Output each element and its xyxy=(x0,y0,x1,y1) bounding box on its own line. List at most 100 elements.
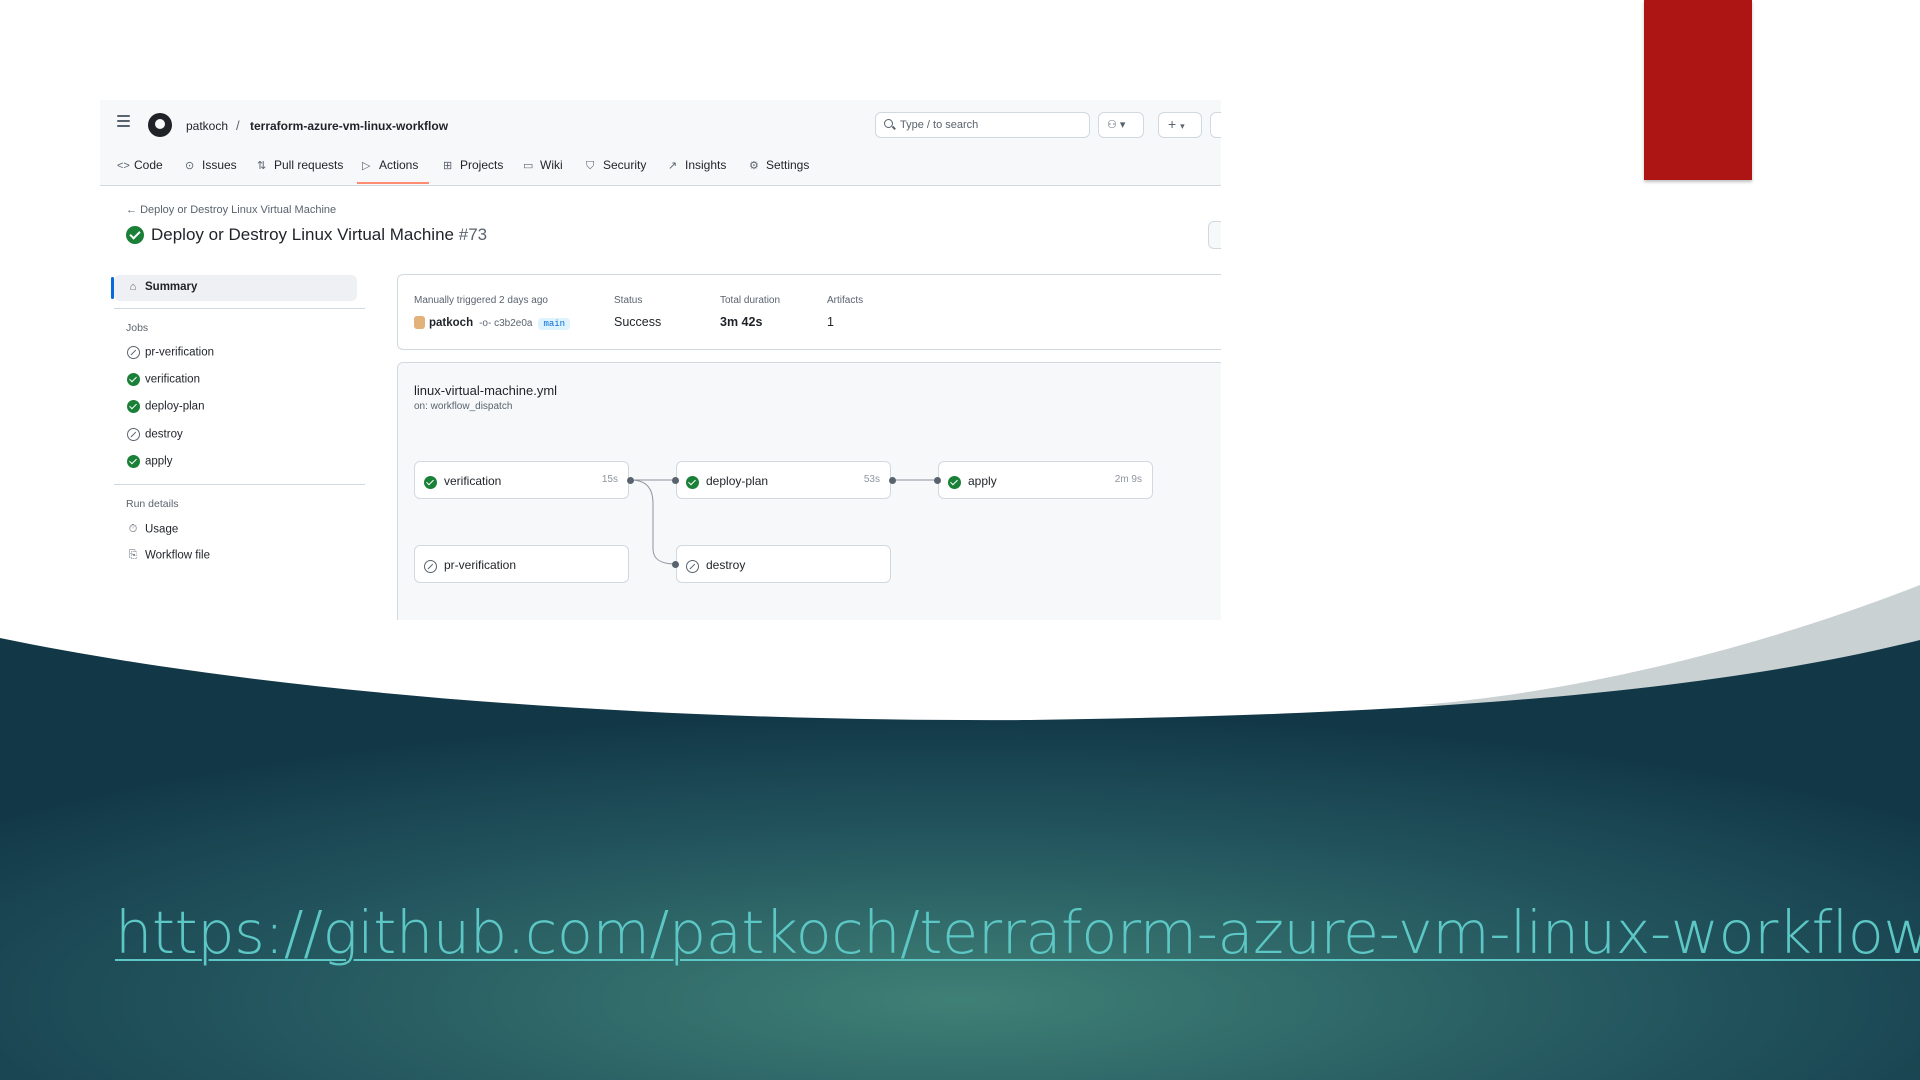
success-check-icon xyxy=(126,373,140,386)
commit-sha[interactable]: -o- c3b2e0a xyxy=(479,318,532,329)
workflow-file-name[interactable]: linux-virtual-machine.yml xyxy=(414,383,557,398)
github-logo-icon[interactable] xyxy=(148,113,172,137)
sidebar-job-apply[interactable]: apply xyxy=(126,455,173,468)
job-label: deploy-plan xyxy=(145,400,205,413)
sidebar-item-workflow-file[interactable]: ⎘ Workflow file xyxy=(126,549,210,562)
issues-button[interactable] xyxy=(1210,112,1221,138)
workflow-trigger: on: workflow_dispatch xyxy=(414,401,513,412)
repository-link[interactable]: https://github.com/patkoch/terraform-azu… xyxy=(115,898,1920,967)
stopwatch-icon: ⏱ xyxy=(128,523,138,535)
job-label: destroy xyxy=(706,558,746,572)
connector-dot xyxy=(889,477,896,484)
table-icon: ⊞ xyxy=(443,160,453,172)
job-node-apply[interactable]: apply 2m 9s xyxy=(938,461,1153,499)
run-details-heading: Run details xyxy=(126,498,179,510)
sidebar-job-verification[interactable]: verification xyxy=(126,373,200,386)
divider xyxy=(114,484,365,485)
connector-dot xyxy=(934,477,941,484)
repo-owner-link[interactable]: patkoch xyxy=(186,119,228,133)
file-code-icon: ⎘ xyxy=(128,549,138,561)
tab-wiki[interactable]: ▭ Wiki xyxy=(523,158,563,172)
job-duration: 2m 9s xyxy=(1114,474,1142,485)
job-node-pr-verification[interactable]: pr-verification xyxy=(414,545,629,583)
play-icon: ▷ xyxy=(362,160,371,172)
duration-label: Total duration xyxy=(720,295,781,306)
artifacts-value[interactable]: 1 xyxy=(827,315,834,329)
job-label: verification xyxy=(145,373,200,386)
tab-issues[interactable]: ⊙ Issues xyxy=(185,158,237,172)
job-node-verification[interactable]: verification 15s xyxy=(414,461,629,499)
job-duration: 15s xyxy=(601,474,618,485)
shield-icon: ⛉ xyxy=(586,160,595,172)
search-icon xyxy=(884,119,893,128)
page-title: Deploy or Destroy Linux Virtual Machine … xyxy=(151,225,487,245)
job-label: apply xyxy=(145,455,173,468)
back-link[interactable]: ← Deploy or Destroy Linux Virtual Machin… xyxy=(126,204,336,216)
status-value: Success xyxy=(614,315,662,329)
gear-icon: ⚙ xyxy=(749,160,759,172)
job-node-deploy-plan[interactable]: deploy-plan 53s xyxy=(676,461,891,499)
workflow-graph: linux-virtual-machine.yml on: workflow_d… xyxy=(397,362,1221,620)
issue-icon: ⊙ xyxy=(185,160,195,172)
skipped-icon xyxy=(424,560,437,574)
actor-link[interactable]: patkoch xyxy=(429,317,473,329)
trigger-details: patkoch -o- c3b2e0a main xyxy=(414,315,571,330)
sidebar-item-usage[interactable]: ⏱ Usage xyxy=(126,523,179,536)
tab-projects[interactable]: ⊞ Projects xyxy=(443,158,503,172)
connector-dot xyxy=(672,561,679,568)
copilot-button[interactable]: ⚇ ▾ xyxy=(1098,112,1144,138)
job-node-destroy[interactable]: destroy xyxy=(676,545,891,583)
github-header: patkoch / terraform-azure-vm-linux-workf… xyxy=(100,100,1221,144)
active-tab-indicator xyxy=(357,182,429,184)
menu-icon[interactable] xyxy=(117,115,130,127)
tab-label: Code xyxy=(134,158,163,172)
tab-label: Issues xyxy=(202,158,237,172)
selected-indicator xyxy=(111,277,114,299)
skipped-icon xyxy=(126,428,140,441)
search-placeholder: Type / to search xyxy=(900,119,979,131)
code-icon: <> xyxy=(117,160,130,172)
decorative-red-tab xyxy=(1644,0,1752,180)
jobs-heading: Jobs xyxy=(126,322,149,334)
sidebar-job-destroy[interactable]: destroy xyxy=(126,428,183,441)
success-check-icon xyxy=(126,226,144,244)
tab-code[interactable]: <> Code xyxy=(117,158,163,172)
divider xyxy=(114,308,365,309)
create-new-button[interactable]: + ▾ xyxy=(1158,112,1202,138)
sidebar-summary-label[interactable]: ⌂ Summary xyxy=(126,281,198,293)
tab-security[interactable]: ⛉ Security xyxy=(586,158,646,173)
repo-name-link[interactable]: terraform-azure-vm-linux-workflow xyxy=(250,119,448,133)
tab-label: Projects xyxy=(460,158,504,172)
success-check-icon xyxy=(686,476,699,490)
search-input[interactable]: Type / to search xyxy=(875,112,1090,138)
home-icon: ⌂ xyxy=(129,281,137,293)
graph-icon: ↗ xyxy=(668,160,678,172)
sidebar-job-deploy-plan[interactable]: deploy-plan xyxy=(126,400,204,413)
tab-actions[interactable]: ▷ Actions xyxy=(362,158,418,172)
tab-pull-requests[interactable]: ⇅ Pull requests xyxy=(257,158,343,172)
tab-insights[interactable]: ↗ Insights xyxy=(668,158,726,172)
skipped-icon xyxy=(686,560,699,574)
status-label: Status xyxy=(614,295,643,306)
run-summary-card: Manually triggered 2 days ago patkoch -o-… xyxy=(397,274,1221,350)
job-label: verification xyxy=(444,474,502,488)
run-title: Deploy or Destroy Linux Virtual Machine … xyxy=(126,225,487,247)
tab-settings[interactable]: ⚙ Settings xyxy=(749,158,809,172)
branch-badge[interactable]: main xyxy=(538,318,571,330)
rerun-menu-button[interactable] xyxy=(1208,221,1221,249)
tab-label: Actions xyxy=(379,158,419,172)
path-separator: / xyxy=(236,118,240,133)
tab-label: Insights xyxy=(685,158,727,172)
job-duration: 53s xyxy=(863,474,880,485)
workflow-file-label: Workflow file xyxy=(145,549,210,562)
job-label: pr-verification xyxy=(145,346,215,359)
run-number: #73 xyxy=(458,225,488,244)
duration-value: 3m 42s xyxy=(720,315,763,329)
success-check-icon xyxy=(126,455,140,468)
tab-label: Pull requests xyxy=(274,158,344,172)
tab-label: Settings xyxy=(766,158,810,172)
slide: https://github.com/patkoch/terraform-azu… xyxy=(0,0,1920,1080)
sidebar-job-pr-verification[interactable]: pr-verification xyxy=(126,346,214,359)
connector-dot xyxy=(627,477,634,484)
usage-label: Usage xyxy=(145,523,179,536)
